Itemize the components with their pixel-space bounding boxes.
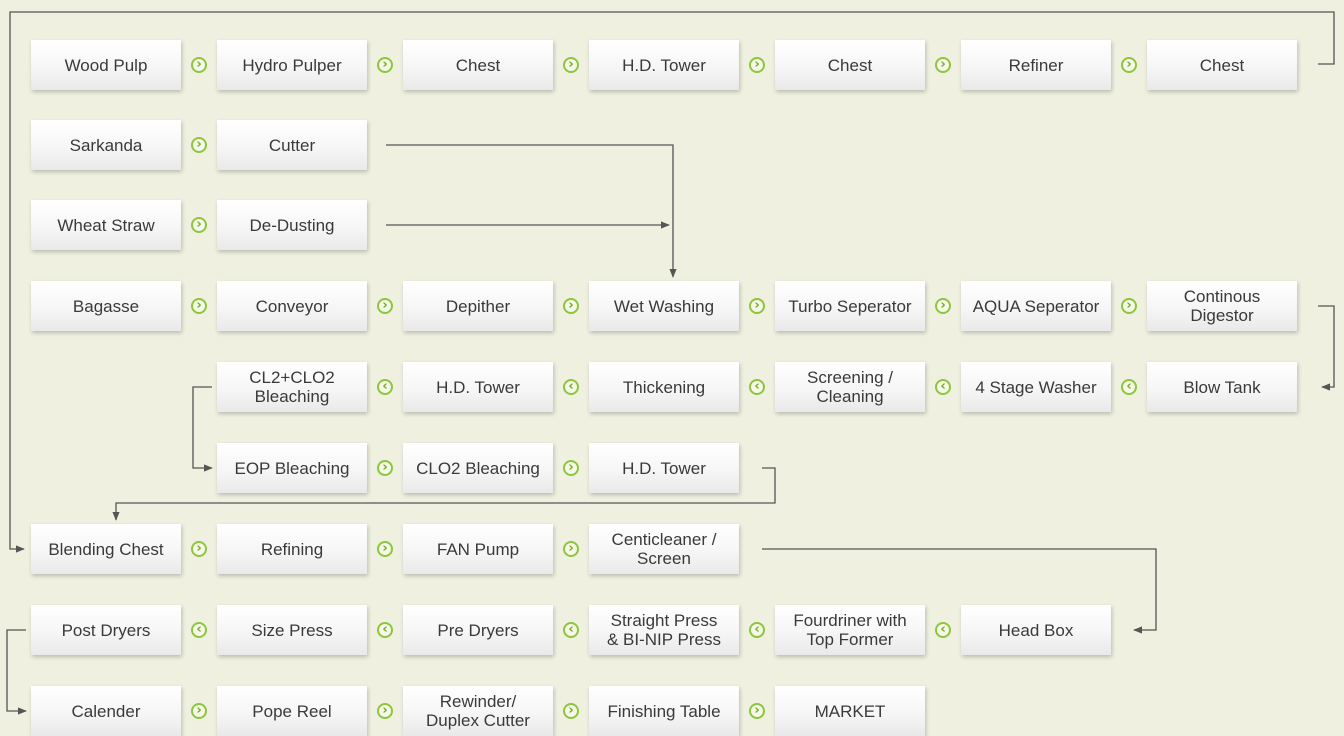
- chevron-right-icon: ›: [935, 298, 951, 314]
- chevron-right-icon: ›: [377, 703, 393, 719]
- step-centicleaner-screen-box: Centicleaner / Screen: [589, 524, 739, 574]
- step-cl2-clo2-bleaching-box: CL2+CLO2 Bleaching: [217, 362, 367, 412]
- step-refining-box: Refining: [217, 524, 367, 574]
- step-bagasse-box: Bagasse: [31, 281, 181, 331]
- step-post-dryers-box: Post Dryers: [31, 605, 181, 655]
- step-pre-dryers-box: Pre Dryers: [403, 605, 553, 655]
- step-thickening-box: Thickening: [589, 362, 739, 412]
- step-de-dusting-box: De-Dusting: [217, 200, 367, 250]
- step-clo2-bleaching-box: CLO2 Bleaching: [403, 443, 553, 493]
- step-h-d-tower-box: H.D. Tower: [589, 40, 739, 90]
- step-sarkanda-box: Sarkanda: [31, 120, 181, 170]
- step-chest-box: Chest: [775, 40, 925, 90]
- chevron-left-icon: ‹: [935, 622, 951, 638]
- chevron-right-icon: ›: [749, 298, 765, 314]
- chevron-right-icon: ›: [191, 217, 207, 233]
- chevron-left-icon: ‹: [377, 622, 393, 638]
- chevron-right-icon: ›: [749, 703, 765, 719]
- step-4-stage-washer-box: 4 Stage Washer: [961, 362, 1111, 412]
- chevron-left-icon: ‹: [377, 379, 393, 395]
- connector-bleaching-to-eop: [192, 386, 213, 472]
- step-blending-chest-box: Blending Chest: [31, 524, 181, 574]
- step-hydro-pulper-box: Hydro Pulper: [217, 40, 367, 90]
- step-depither-box: Depither: [403, 281, 553, 331]
- step-h-d-tower-box: H.D. Tower: [589, 443, 739, 493]
- step-market-box: MARKET: [775, 686, 925, 736]
- chevron-left-icon: ‹: [1121, 379, 1137, 395]
- step-fourdriner-with-top-former-box: Fourdriner with Top Former: [775, 605, 925, 655]
- connector-cutter-to-wet-washing: [386, 144, 677, 278]
- step-pope-reel-box: Pope Reel: [217, 686, 367, 736]
- step-wood-pulp-box: Wood Pulp: [31, 40, 181, 90]
- chevron-right-icon: ›: [749, 57, 765, 73]
- chevron-right-icon: ›: [191, 541, 207, 557]
- step-blow-tank-box: Blow Tank: [1147, 362, 1297, 412]
- chevron-right-icon: ›: [191, 703, 207, 719]
- chevron-right-icon: ›: [563, 57, 579, 73]
- chevron-right-icon: ›: [1121, 298, 1137, 314]
- step-head-box-box: Head Box: [961, 605, 1111, 655]
- chevron-right-icon: ›: [377, 460, 393, 476]
- step-chest-box: Chest: [403, 40, 553, 90]
- chevron-left-icon: ‹: [749, 379, 765, 395]
- step-fan-pump-box: FAN Pump: [403, 524, 553, 574]
- chevron-right-icon: ›: [377, 298, 393, 314]
- step-h-d-tower-box: H.D. Tower: [403, 362, 553, 412]
- step-aqua-seperator-box: AQUA Seperator: [961, 281, 1111, 331]
- step-eop-bleaching-box: EOP Bleaching: [217, 443, 367, 493]
- connector-digestor-to-blow-tank: [1318, 305, 1335, 391]
- chevron-left-icon: ‹: [191, 622, 207, 638]
- step-calender-box: Calender: [31, 686, 181, 736]
- step-straight-press-bi-nip-press-box: Straight Press & BI-NIP Press: [589, 605, 739, 655]
- chevron-left-icon: ‹: [749, 622, 765, 638]
- step-wheat-straw-box: Wheat Straw: [31, 200, 181, 250]
- chevron-right-icon: ›: [377, 541, 393, 557]
- chevron-left-icon: ‹: [563, 379, 579, 395]
- chevron-right-icon: ›: [563, 298, 579, 314]
- connector-post-dryers-to-calender: [6, 629, 27, 715]
- step-rewinder-duplex-cutter-box: Rewinder/ Duplex Cutter: [403, 686, 553, 736]
- paper-process-flow-diagram: Wood Pulp › Hydro Pulper › Chest › H.D. Tower ›…: [0, 0, 1344, 736]
- chevron-right-icon: ›: [935, 57, 951, 73]
- step-finishing-table-box: Finishing Table: [589, 686, 739, 736]
- step-wet-washing-box: Wet Washing: [589, 281, 739, 331]
- step-cutter-box: Cutter: [217, 120, 367, 170]
- step-continous-digestor-box: Continous Digestor: [1147, 281, 1297, 331]
- chevron-right-icon: ›: [563, 703, 579, 719]
- chevron-left-icon: ‹: [935, 379, 951, 395]
- step-size-press-box: Size Press: [217, 605, 367, 655]
- chevron-right-icon: ›: [191, 57, 207, 73]
- chevron-right-icon: ›: [377, 57, 393, 73]
- chevron-left-icon: ‹: [563, 622, 579, 638]
- chevron-right-icon: ›: [1121, 57, 1137, 73]
- step-turbo-seperator-box: Turbo Seperator: [775, 281, 925, 331]
- chevron-right-icon: ›: [563, 460, 579, 476]
- step-screening-cleaning-box: Screening / Cleaning: [775, 362, 925, 412]
- chevron-right-icon: ›: [191, 137, 207, 153]
- chevron-right-icon: ›: [563, 541, 579, 557]
- step-conveyor-box: Conveyor: [217, 281, 367, 331]
- step-refiner-box: Refiner: [961, 40, 1111, 90]
- step-chest-box: Chest: [1147, 40, 1297, 90]
- chevron-right-icon: ›: [191, 298, 207, 314]
